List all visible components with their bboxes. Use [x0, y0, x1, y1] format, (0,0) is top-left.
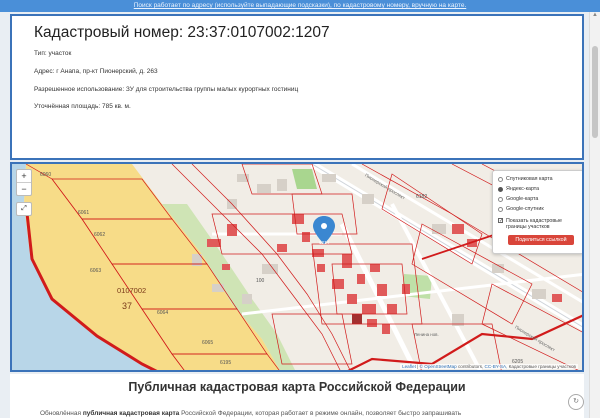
plot-label: 6195 [220, 360, 232, 366]
layer-option-google-satellite[interactable]: Google-спутник [498, 206, 544, 212]
scroll-thumb[interactable] [592, 46, 598, 138]
permitted-use-line: Разрешенное использование: ЗУ для строит… [34, 86, 299, 93]
map-attribution: Leaflet | © OpenStreetMap contributors, … [400, 364, 578, 369]
scroll-up-icon[interactable]: ▲ [590, 12, 600, 22]
plot-label: 6182 [416, 194, 428, 200]
radio-icon[interactable] [498, 176, 503, 182]
district-label: 37 [122, 301, 133, 311]
zoom-control: + − [16, 169, 32, 196]
fullscreen-icon[interactable]: ⤢ [16, 202, 32, 216]
osm-link[interactable]: © OpenStreetMap [420, 364, 457, 369]
scrollbar[interactable]: ▲ [589, 12, 600, 418]
checkbox-icon[interactable]: ✓ [498, 218, 503, 224]
layer-switcher: Спутниковая карта Яндекс-карта Google-ка… [492, 170, 582, 254]
radio-icon[interactable] [498, 196, 503, 202]
plot-label: 6064 [157, 310, 169, 316]
layer-option-satellite[interactable]: Спутниковая карта [498, 176, 553, 182]
layer-option-google[interactable]: Google-карта [498, 196, 538, 202]
plot-label: 6060 [40, 172, 52, 178]
zoom-in-button[interactable]: + [17, 170, 31, 183]
plot-label: 6062 [94, 232, 106, 238]
leaflet-link[interactable]: Leaflet [402, 364, 416, 369]
footer-heading: Публичная кадастровая карта Российской Ф… [128, 380, 466, 394]
info-panel: Кадастровый номер: 23:37:0107002:1207 Ти… [10, 14, 584, 160]
area-line: Уточнённая площадь: 785 кв. м. [34, 103, 131, 110]
radio-icon[interactable] [498, 186, 503, 192]
plot-label: 100 [256, 278, 265, 284]
footer-text: Обновлённая публичная кадастровая карта … [40, 410, 462, 417]
plot-label: 6063 [90, 268, 102, 274]
share-link-button[interactable]: Поделиться ссылкой [508, 235, 574, 245]
recaptcha-icon: ↻ [568, 394, 584, 410]
top-notice-bar: Поиск работает по адресу (используйте вы… [0, 0, 600, 12]
type-line: Тип: участок [34, 50, 72, 57]
cadastral-title: Кадастровый номер: 23:37:0107002:1207 [34, 24, 330, 41]
search-help-link[interactable]: Поиск работает по адресу (используйте вы… [0, 0, 600, 12]
green-patch [292, 169, 317, 189]
zoom-out-button[interactable]: − [17, 183, 31, 195]
radio-icon[interactable] [498, 206, 503, 212]
dark-building [352, 314, 362, 324]
quarter-label: 0107002 [117, 286, 147, 295]
footer-text-bold: публичная кадастровая карта [82, 410, 180, 417]
plot-label: 6065 [202, 340, 214, 346]
park-label: Ленина нов. [414, 332, 439, 337]
address-line: Адрес: г Анапа, пр-кт Пионерский, д. 263 [34, 68, 158, 75]
layer-option-yandex[interactable]: Яндекс-карта [498, 186, 539, 192]
selected-plot-label: 6214 [319, 240, 330, 245]
show-boundaries-toggle[interactable]: ✓ Показать кадастровые границы участков [498, 218, 578, 230]
license-link[interactable]: CC-BY-SA, [485, 364, 508, 369]
footer-section: Публичная кадастровая карта Российской Ф… [10, 374, 584, 418]
plot-label: 6061 [78, 210, 90, 216]
cadastral-map[interactable]: 6060 6061 6062 6063 6064 6065 6195 6182 … [10, 162, 584, 372]
